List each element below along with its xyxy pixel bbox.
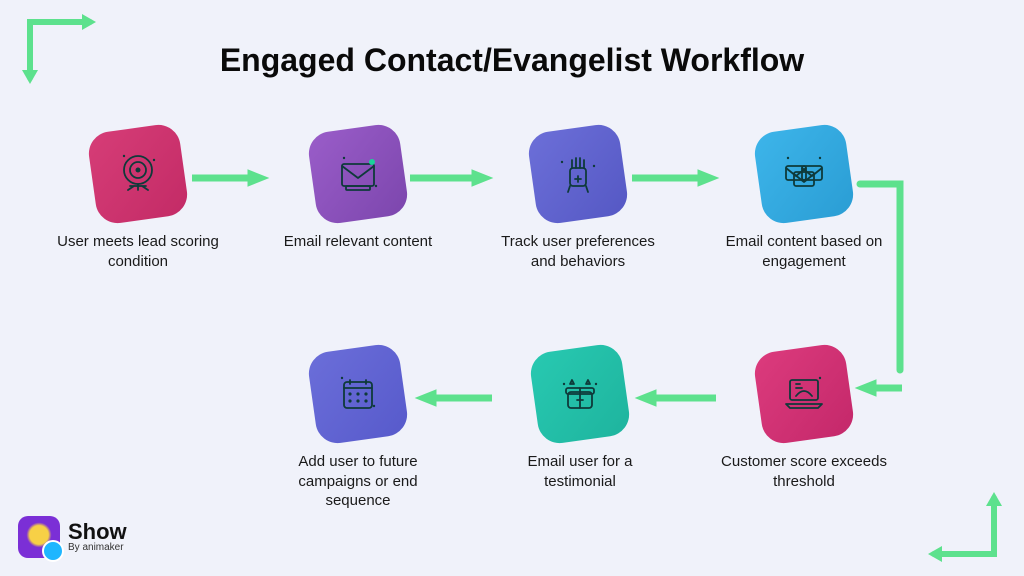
brand-mark-icon [18,516,60,558]
step-testimonial: Email user for a testimonial [490,348,670,491]
step-label: Add user to future campaigns or end sequ… [268,452,448,511]
flow-arrow [408,168,494,188]
step-label: Email relevant content [268,232,448,252]
flow-arrow [632,388,718,408]
corner-arrow-bottom-right [924,486,1014,566]
flow-arrow [850,180,910,380]
calendar-icon [306,342,410,446]
robot-icon [526,122,630,226]
step-label: Email user for a testimonial [490,452,670,491]
brand-byline: By animaker [68,543,127,553]
step-label: User meets lead scoring condition [48,232,228,271]
gift-icon [528,342,632,446]
step-track-behavior: Track user preferences and behaviors [488,128,668,271]
envelope-icon [306,122,410,226]
flow-arrow [412,388,494,408]
step-lead-scoring: User meets lead scoring condition [48,128,228,271]
brand-name: Show [68,521,127,543]
envelopes-icon [752,122,856,226]
step-label: Customer score exceeds threshold [714,452,894,491]
step-email-content: Email relevant content [268,128,448,252]
brand-logo: Show By animaker [18,516,127,558]
page-title: Engaged Contact/Evangelist Workflow [0,42,1024,79]
flow-arrow [190,168,270,188]
flow-arrow [854,378,904,398]
laptop-icon [752,342,856,446]
flow-arrow [630,168,720,188]
step-label: Track user preferences and behaviors [488,232,668,271]
step-future-campaigns: Add user to future campaigns or end sequ… [268,348,448,511]
target-icon [86,122,190,226]
